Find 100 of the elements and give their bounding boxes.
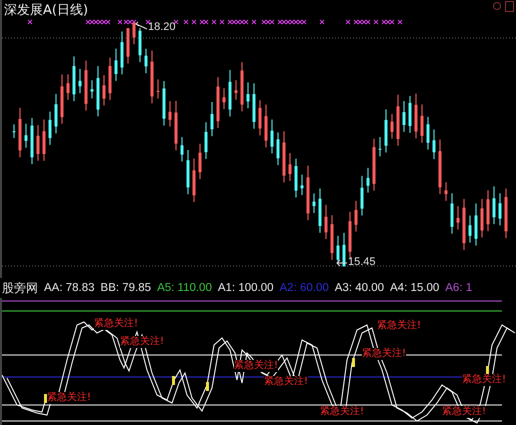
- candlestick: [138, 28, 142, 63]
- candlestick: [210, 102, 214, 137]
- signal-marker: [44, 394, 47, 403]
- candlestick: [216, 76, 220, 129]
- candlestick: [168, 100, 172, 128]
- candlestick: [276, 132, 280, 166]
- candlestick: [414, 93, 418, 139]
- candlestick: [492, 186, 496, 225]
- candlestick: [462, 198, 466, 250]
- candlestick: [372, 138, 376, 192]
- candlestick: [84, 60, 88, 112]
- signal-marker: [206, 382, 209, 391]
- candlestick: [486, 190, 490, 232]
- candlestick: [426, 116, 430, 150]
- candlestick: [498, 192, 502, 226]
- candlestick: [162, 80, 166, 126]
- document-icon[interactable]: [505, 1, 514, 12]
- candlestick: [450, 192, 454, 234]
- indicator-value: A5: 110.00: [157, 282, 212, 294]
- candlestick: [366, 167, 370, 194]
- candlestick: [36, 124, 40, 162]
- candlestick: [132, 22, 136, 45]
- candlestick: [444, 182, 448, 202]
- indicator-value: A2: 60.00: [280, 282, 329, 294]
- signal-marker: [486, 366, 489, 375]
- candlestick: [72, 56, 76, 102]
- alert-label: 紧急关注!: [377, 320, 422, 332]
- candlestick: [42, 118, 46, 162]
- candlestick: [354, 200, 358, 232]
- alert-label: 紧急关注!: [362, 348, 406, 360]
- candlestick: [222, 88, 226, 110]
- candlestick: [270, 119, 274, 154]
- candlestick: [120, 30, 124, 75]
- candlestick: [66, 74, 70, 100]
- candlestick: [456, 206, 460, 230]
- candlestick: [324, 204, 328, 240]
- candlestick: [384, 108, 388, 154]
- candlestick: [300, 174, 304, 196]
- indicator-value: BB: 79.85: [100, 282, 152, 294]
- candlestick: [378, 136, 382, 157]
- low-pointer-arrow: [336, 260, 348, 266]
- alert-label: 紧急关注!: [120, 336, 164, 348]
- candlestick: [90, 80, 94, 99]
- candlestick: [342, 232, 346, 266]
- candlestick: [318, 188, 322, 234]
- low-price-label: 15.45: [348, 256, 376, 268]
- indicator-value: A6: 1: [445, 282, 472, 294]
- candlestick: [402, 100, 406, 132]
- candlestick: [102, 74, 106, 106]
- indicator-value: AA: 78.83: [44, 282, 95, 294]
- candlestick: [198, 143, 202, 180]
- indicator-value: A4: 15.00: [390, 282, 440, 294]
- candlestick: [360, 175, 364, 216]
- candlestick: [156, 78, 160, 100]
- candlestick: [480, 198, 484, 238]
- indicator-value: A1: 100.00: [218, 282, 274, 294]
- candlestick: [432, 128, 436, 160]
- candlestick: [336, 235, 340, 262]
- signal-marker: [352, 358, 355, 367]
- high-price-label: 18.20: [148, 21, 176, 33]
- candlestick: [288, 152, 292, 182]
- candlestick: [234, 80, 238, 100]
- candlestick: [174, 100, 178, 151]
- candlestick: [114, 48, 118, 82]
- alert-label: 紧急关注!: [94, 318, 138, 330]
- chart-title: 深发展A(日线): [4, 2, 88, 19]
- candlestick: [474, 203, 478, 246]
- candlestick: [306, 165, 310, 221]
- candlestick: [108, 57, 112, 100]
- candlestick: [240, 62, 244, 112]
- candlestick: [264, 104, 268, 148]
- candlestick: [438, 138, 442, 195]
- candlestick: [330, 214, 334, 260]
- candlestick: [312, 192, 316, 214]
- candlestick: [144, 48, 148, 74]
- alert-label: 紧急关注!: [462, 374, 506, 386]
- candlestick: [54, 94, 58, 134]
- candlestick: [504, 188, 508, 239]
- candlestick: [294, 158, 298, 198]
- candlestick: [48, 111, 52, 146]
- candlestick: [192, 158, 196, 203]
- high-pointer-arrow: [135, 22, 148, 30]
- candlestick: [258, 100, 262, 136]
- candlestick: [468, 215, 472, 244]
- alert-label: 紧急关注!: [442, 406, 486, 418]
- indicator-value: A3: 40.00: [334, 282, 384, 294]
- candlestick: [282, 130, 286, 183]
- candlestick: [186, 149, 190, 195]
- candlestick: [60, 74, 64, 124]
- candlestick: [390, 113, 394, 140]
- candlestick: [12, 124, 16, 139]
- candlestick: [252, 82, 256, 130]
- candlestick: [228, 69, 232, 117]
- alert-label: 紧急关注!: [234, 360, 278, 372]
- candlestick: [126, 28, 130, 64]
- candlestick: [204, 122, 208, 160]
- candlestick: [96, 66, 100, 117]
- alert-label: 紧急关注!: [47, 392, 92, 404]
- candlestick: [78, 68, 82, 94]
- candlestick: [246, 82, 250, 109]
